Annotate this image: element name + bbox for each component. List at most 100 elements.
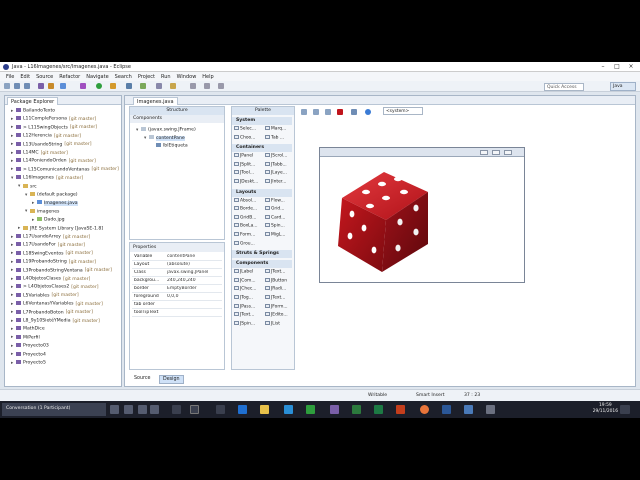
property-row[interactable]: foreground 0,0,0 xyxy=(132,293,222,301)
conversation-taskbar-item[interactable]: Conversation (1 Participant) xyxy=(2,403,106,416)
forward-icon[interactable] xyxy=(218,83,224,89)
tree-item[interactable]: ▸ L19ProbandoString [git master] xyxy=(11,259,96,265)
excel-icon[interactable] xyxy=(374,405,383,414)
palette-item[interactable]: Spin... xyxy=(265,223,285,229)
tree-item[interactable]: ▸ L7ProbandoBoton [git master] xyxy=(11,309,93,315)
palette-item[interactable]: JSpin... xyxy=(234,320,255,326)
skype-icon[interactable] xyxy=(284,405,293,414)
external-tools-icon[interactable] xyxy=(110,83,116,89)
palette-item[interactable]: Choo... xyxy=(234,134,255,140)
palette-item[interactable]: JText... xyxy=(234,312,254,318)
app-icon-blue[interactable] xyxy=(464,405,473,414)
firefox-icon[interactable] xyxy=(420,405,429,414)
search-icon[interactable] xyxy=(170,83,176,89)
tree-item[interactable]: ▸ MiPerfil xyxy=(11,334,40,340)
debug-icon[interactable] xyxy=(38,83,44,89)
open-type-icon[interactable] xyxy=(156,83,162,89)
undo-icon[interactable] xyxy=(313,109,319,115)
palette-item[interactable]: JLabel xyxy=(234,269,253,275)
tree-item[interactable]: ▸ L14MC [git master] xyxy=(11,150,68,156)
property-row[interactable]: Class javax.swing.JPanel xyxy=(132,269,222,277)
design-frame[interactable] xyxy=(319,147,525,283)
palette-item[interactable]: JPanel xyxy=(234,153,253,159)
palette-item[interactable]: JLaye... xyxy=(265,170,287,176)
tree-item[interactable]: ▸ L17UsandoFor [git master] xyxy=(11,242,85,248)
minimize-button[interactable]: – xyxy=(596,63,610,70)
tree-item[interactable]: ▸ Imagenes.java xyxy=(32,200,78,206)
tree-item[interactable]: ▸ Dado.jpg xyxy=(32,217,65,223)
palette-item[interactable]: JCom... xyxy=(234,277,256,283)
tree-item[interactable]: ▸ L3ProbandoStringVentana [git master] xyxy=(11,267,112,273)
palette-item[interactable]: Marq... xyxy=(265,126,286,132)
palette-item[interactable]: JRadi... xyxy=(265,286,286,292)
property-row[interactable]: tab order xyxy=(132,301,222,309)
eclipse-taskbar-icon[interactable] xyxy=(330,405,339,414)
menu-project[interactable]: Project xyxy=(138,74,155,80)
tree-item[interactable]: ▸ L18SwingEventos [git master] xyxy=(11,250,93,256)
window-icon[interactable] xyxy=(110,405,119,414)
palette-item[interactable]: JTabb... xyxy=(265,161,287,167)
word-icon[interactable] xyxy=(442,405,451,414)
property-value[interactable]: contentPane xyxy=(167,254,217,259)
save-icon[interactable] xyxy=(14,83,20,89)
component-contentpane[interactable]: ▾ contentPane xyxy=(144,135,185,141)
palette-item[interactable]: JTool... xyxy=(234,170,254,176)
palette-item[interactable]: MigL... xyxy=(265,232,285,238)
tree-item[interactable]: ▸ JRE System Library [JavaSE-1.8] xyxy=(18,225,103,231)
palette-item[interactable]: JInter... xyxy=(265,179,286,185)
quick-access-input[interactable]: Quick Access xyxy=(544,83,584,91)
microphone-icon[interactable] xyxy=(172,405,181,414)
property-row[interactable]: toolTipText xyxy=(132,309,222,317)
property-row[interactable]: backgrou... 240,240,240 xyxy=(132,277,222,285)
palette-item[interactable]: JText... xyxy=(265,295,285,301)
task-view-icon[interactable] xyxy=(190,405,199,414)
palette-item[interactable]: JList xyxy=(265,320,280,326)
palette-item[interactable]: Grou... xyxy=(234,240,255,246)
palette-item[interactable]: JEdito... xyxy=(265,312,288,318)
tree-item[interactable]: ▸ L13UsandoString [git master] xyxy=(11,141,92,147)
palette-item[interactable]: Borde... xyxy=(234,206,257,212)
look-and-feel-icon[interactable] xyxy=(365,109,371,115)
package-icon[interactable] xyxy=(60,83,66,89)
palette-item[interactable]: JSplit... xyxy=(234,161,255,167)
tree-item[interactable]: ▾ src xyxy=(18,183,37,189)
palette-item[interactable]: Absol... xyxy=(234,197,256,203)
tree-item[interactable]: ▸ L5Variables [git master] xyxy=(11,292,79,298)
palette-item[interactable]: JChec... xyxy=(234,286,256,292)
tree-item[interactable]: ▸ Proyecto5 xyxy=(11,360,46,366)
redo-icon[interactable] xyxy=(325,109,331,115)
palette-item[interactable]: JTog... xyxy=(234,295,253,301)
palette-category[interactable]: Layouts xyxy=(232,188,292,197)
system-dropdown[interactable]: <system> xyxy=(383,107,423,115)
start-icon[interactable] xyxy=(216,405,225,414)
window-icon-3[interactable] xyxy=(138,405,147,414)
annotation-icon[interactable] xyxy=(190,83,196,89)
tab-package-explorer[interactable]: Package Explorer xyxy=(7,97,59,105)
tab-imagenes-java[interactable]: Imagenes.java xyxy=(133,97,178,105)
window-icon-2[interactable] xyxy=(124,405,133,414)
menu-file[interactable]: File xyxy=(6,74,14,80)
component-lbletiqueta[interactable]: lblEtiqueta xyxy=(156,143,188,149)
powerpoint-icon[interactable] xyxy=(396,405,405,414)
tree-item[interactable]: ▾ L16Imagenes [git master] xyxy=(11,175,83,181)
camtasia-icon[interactable] xyxy=(352,405,361,414)
menu-source[interactable]: Source xyxy=(36,74,53,80)
new-icon[interactable] xyxy=(4,83,10,89)
palette-item[interactable]: Selec... xyxy=(234,126,256,132)
tree-item[interactable]: ▸ MathDice xyxy=(11,326,45,332)
new-class-icon[interactable] xyxy=(126,83,132,89)
property-value[interactable]: (absolute) xyxy=(167,262,217,267)
tree-item[interactable]: ▾ (default package) xyxy=(25,192,78,198)
palette-item[interactable]: JPass... xyxy=(234,303,255,309)
menu-edit[interactable]: Edit xyxy=(20,74,30,80)
tree-item[interactable]: ▸ L12Herencia [git master] xyxy=(11,133,81,139)
property-value[interactable]: 240,240,240 xyxy=(167,278,217,283)
palette-item[interactable]: Form... xyxy=(234,232,255,238)
app-icon-gray[interactable] xyxy=(486,405,495,414)
palette-category[interactable]: System xyxy=(232,117,292,125)
file-explorer-icon[interactable] xyxy=(260,405,269,414)
tree-item[interactable]: ▸ L4ObjetosClases [git master] xyxy=(11,276,90,282)
palette-item[interactable]: Flow... xyxy=(265,197,285,203)
menu-window[interactable]: Window xyxy=(177,74,197,80)
menu-refactor[interactable]: Refactor xyxy=(59,74,80,80)
